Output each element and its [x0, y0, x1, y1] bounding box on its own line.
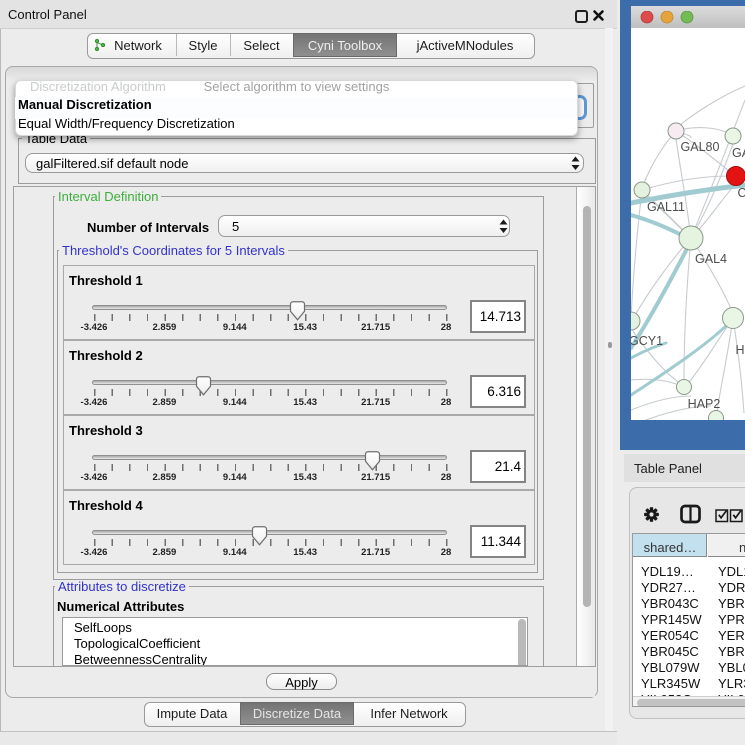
svg-text:GAL4: GAL4	[695, 252, 727, 266]
svg-text:GAL11: GAL11	[647, 200, 685, 214]
svg-text:GAL80: GAL80	[681, 140, 720, 154]
svg-text:GCY1: GCY1	[631, 334, 663, 348]
svg-text:GA: GA	[732, 146, 745, 160]
svg-text:C: C	[737, 186, 745, 200]
svg-text:HAP2: HAP2	[688, 397, 721, 411]
svg-text:H: H	[735, 343, 744, 357]
